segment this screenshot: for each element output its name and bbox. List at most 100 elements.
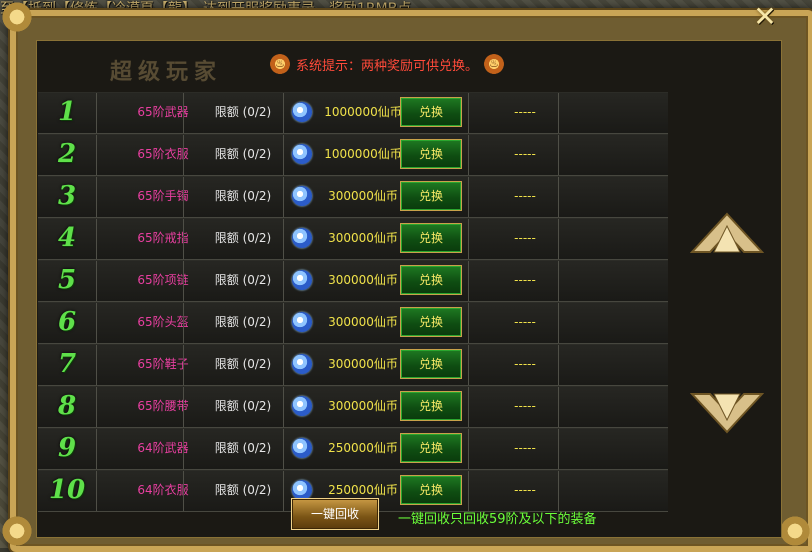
exchange-row: 4 65阶戒指 限额 (0/2) 300000仙币 ----- 兑换: [38, 218, 668, 260]
cost-label: 300000仙币: [328, 273, 398, 287]
quota-label: 限额 (0/2): [214, 231, 272, 245]
column-divider: [558, 303, 559, 343]
reward-label: -----: [514, 483, 536, 497]
column-divider: [283, 303, 284, 343]
exchange-button[interactable]: 兑换: [400, 139, 462, 169]
exchange-button[interactable]: 兑换: [400, 475, 462, 505]
notice-text: 系统提示：两种奖励可供兑换。: [296, 58, 479, 74]
currency-coin-icon: [292, 270, 312, 290]
column-divider: [558, 219, 559, 259]
exchange-button[interactable]: 兑换: [400, 307, 462, 337]
notice-badge-icon: ♨: [270, 54, 290, 74]
cost-label: 300000仙币: [328, 315, 398, 329]
column-divider: [183, 471, 184, 511]
exchange-button[interactable]: 兑换: [400, 265, 462, 295]
column-divider: [468, 429, 469, 469]
column-divider: [183, 177, 184, 217]
quota-label: 限额 (0/2): [214, 315, 272, 329]
quota-label: 限额 (0/2): [214, 273, 272, 287]
column-divider: [183, 345, 184, 385]
column-divider: [183, 93, 184, 133]
column-divider: [558, 471, 559, 511]
exchange-button[interactable]: 兑换: [400, 181, 462, 211]
column-divider: [283, 219, 284, 259]
column-divider: [183, 219, 184, 259]
scroll-up-arrow-icon[interactable]: [690, 212, 764, 262]
exchange-row: 8 65阶腰带 限额 (0/2) 300000仙币 ----- 兑换: [38, 386, 668, 428]
column-divider: [283, 261, 284, 301]
currency-coin-icon: [292, 438, 312, 458]
column-divider: [96, 135, 97, 175]
column-divider: [558, 93, 559, 133]
reward-label: -----: [514, 315, 536, 329]
column-divider: [468, 135, 469, 175]
one-click-recycle-button[interactable]: 一键回收: [291, 498, 379, 530]
column-divider: [96, 261, 97, 301]
rank-number: 6: [57, 307, 77, 337]
column-divider: [468, 345, 469, 385]
column-divider: [283, 135, 284, 175]
exchange-button[interactable]: 兑换: [400, 433, 462, 463]
currency-coin-icon: [292, 228, 312, 248]
quota-label: 限额 (0/2): [214, 399, 272, 413]
column-divider: [468, 303, 469, 343]
reward-label: -----: [514, 147, 536, 161]
column-divider: [96, 303, 97, 343]
rank-number: 4: [57, 223, 77, 253]
column-divider: [183, 387, 184, 427]
column-divider: [183, 429, 184, 469]
currency-coin-icon: [292, 354, 312, 374]
reward-label: -----: [514, 399, 536, 413]
column-divider: [468, 261, 469, 301]
reward-label: -----: [514, 189, 536, 203]
exchange-row: 6 65阶头盔 限额 (0/2) 300000仙币 ----- 兑换: [38, 302, 668, 344]
rank-number: 2: [57, 139, 77, 169]
column-divider: [96, 387, 97, 427]
exchange-button[interactable]: 兑换: [400, 223, 462, 253]
column-divider: [96, 345, 97, 385]
close-button[interactable]: ✕: [748, 2, 782, 32]
reward-label: -----: [514, 273, 536, 287]
rank-number: 1: [57, 97, 77, 127]
rank-number: 3: [57, 181, 77, 211]
currency-coin-icon: [292, 396, 312, 416]
column-divider: [283, 93, 284, 133]
cost-label: 300000仙币: [328, 189, 398, 203]
panel-banner-text: 超级玩家: [110, 60, 223, 85]
column-divider: [468, 387, 469, 427]
column-divider: [183, 261, 184, 301]
currency-coin-icon: [292, 102, 312, 122]
cost-label: 300000仙币: [328, 231, 398, 245]
exchange-row: 9 64阶武器 限额 (0/2) 250000仙币 ----- 兑换: [38, 428, 668, 470]
column-divider: [558, 177, 559, 217]
column-divider: [183, 303, 184, 343]
column-divider: [558, 387, 559, 427]
reward-label: -----: [514, 105, 536, 119]
cost-label: 300000仙币: [328, 357, 398, 371]
quota-label: 限额 (0/2): [214, 483, 272, 497]
exchange-button[interactable]: 兑换: [400, 97, 462, 127]
scroll-down-arrow-icon[interactable]: [690, 384, 764, 434]
column-divider: [468, 177, 469, 217]
exchange-row: 3 65阶手镯 限额 (0/2) 300000仙币 ----- 兑换: [38, 176, 668, 218]
column-divider: [283, 177, 284, 217]
quota-label: 限额 (0/2): [214, 189, 272, 203]
column-divider: [96, 93, 97, 133]
exchange-row: 1 65阶武器 限额 (0/2) 1000000仙币 ----- 兑换: [38, 92, 668, 134]
currency-coin-icon: [292, 480, 312, 500]
column-divider: [96, 177, 97, 217]
column-divider: [558, 429, 559, 469]
column-divider: [96, 429, 97, 469]
exchange-table: 1 65阶武器 限额 (0/2) 1000000仙币 ----- 兑换 2 65阶衣服 限额 (…: [38, 92, 668, 512]
column-divider: [96, 219, 97, 259]
frame-corner-ornament-icon: [0, 0, 34, 34]
exchange-button[interactable]: 兑换: [400, 349, 462, 379]
column-divider: [558, 261, 559, 301]
quota-label: 限额 (0/2): [214, 105, 272, 119]
cost-label: 250000仙币: [328, 441, 398, 455]
cost-label: 1000000仙币: [324, 105, 402, 119]
currency-coin-icon: [292, 144, 312, 164]
column-divider: [283, 429, 284, 469]
frame-corner-ornament-icon: [778, 514, 812, 548]
exchange-button[interactable]: 兑换: [400, 391, 462, 421]
